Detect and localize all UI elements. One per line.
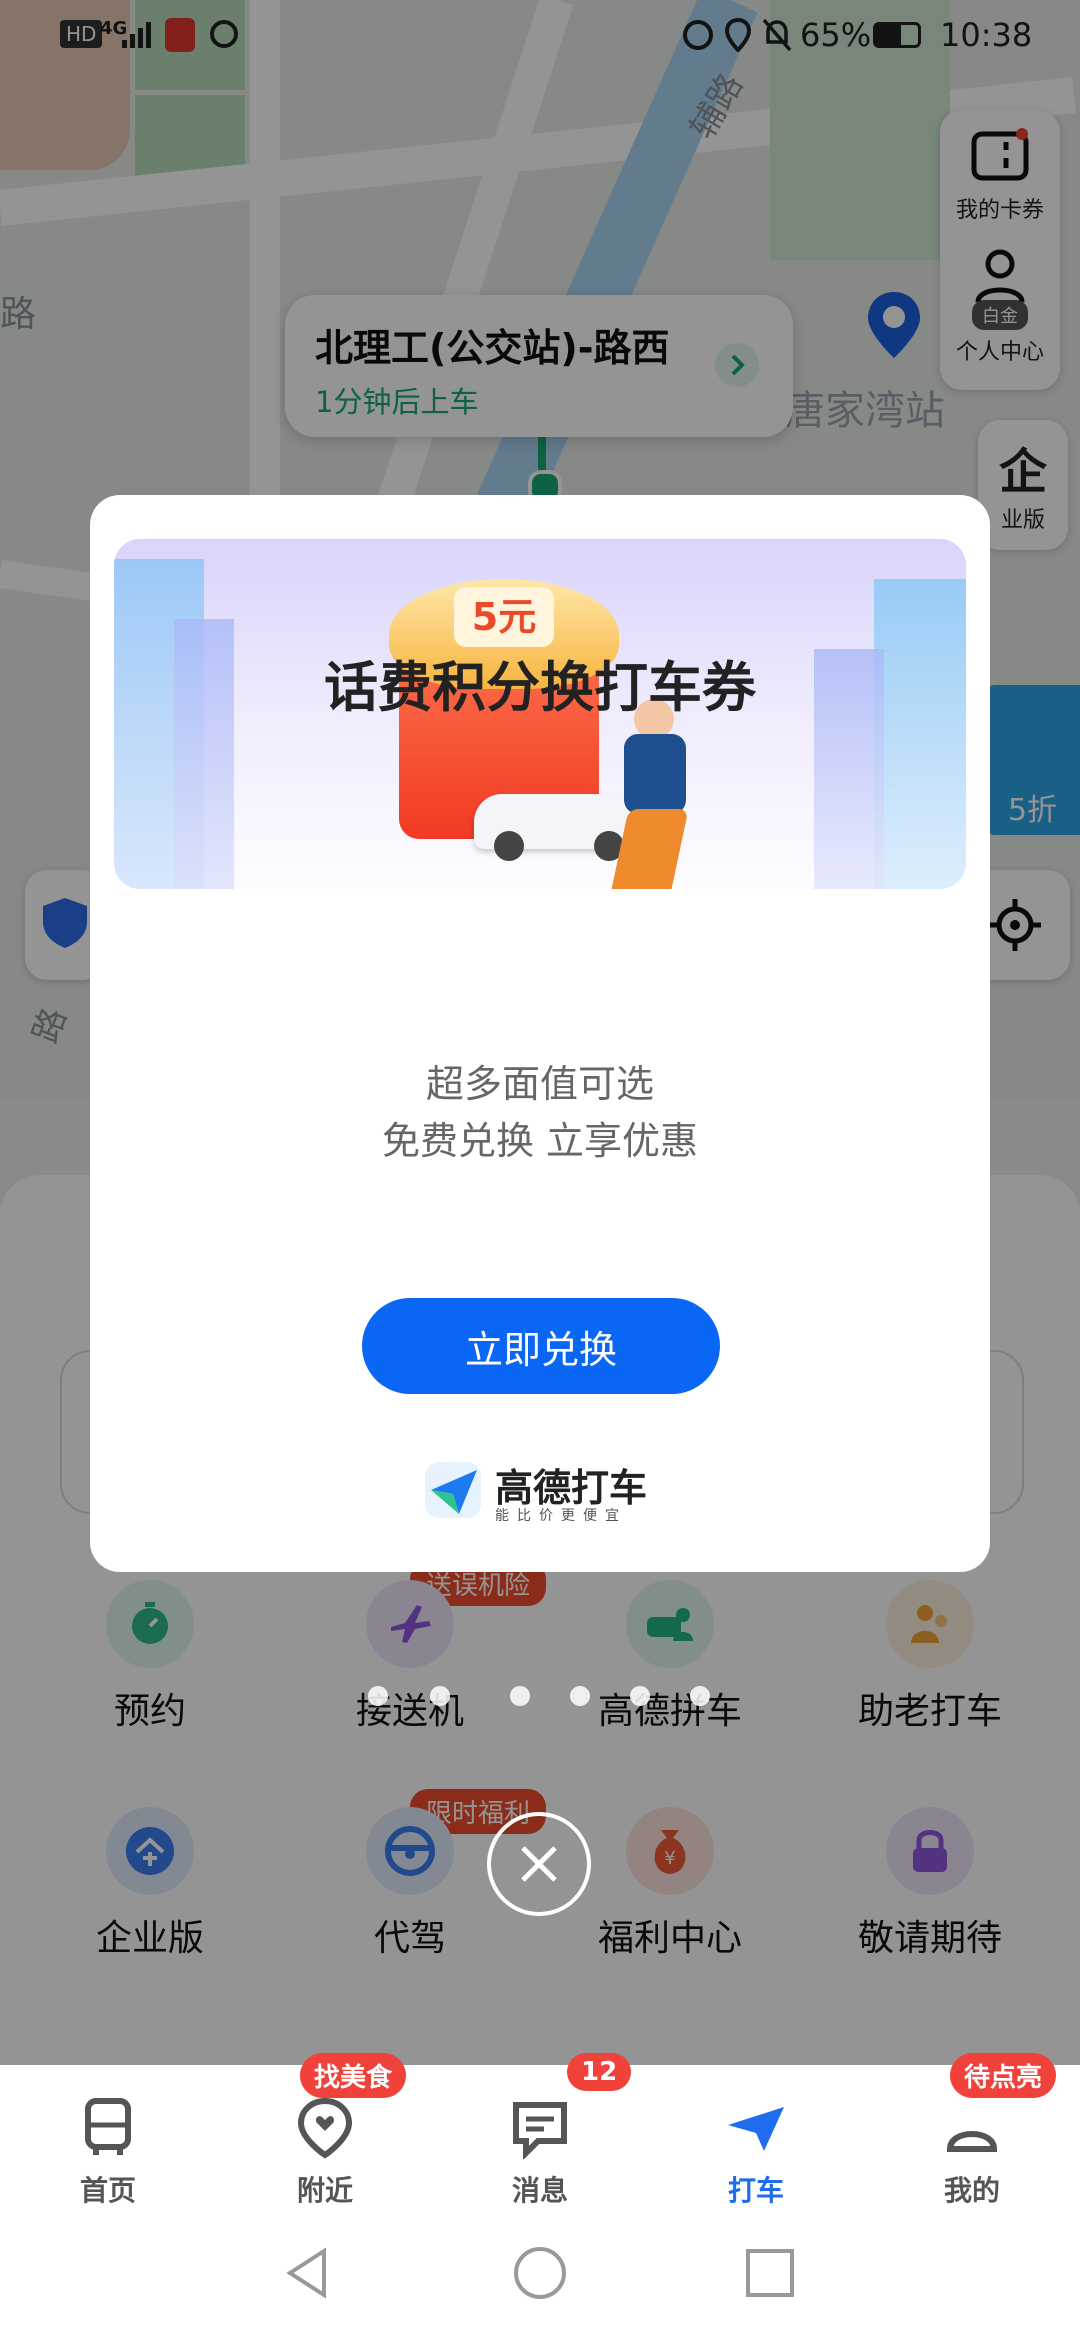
pager-dot [430, 1686, 450, 1706]
pager-dot [368, 1686, 388, 1706]
brand-name: 高德打车 [495, 1466, 648, 1510]
promo-dialog: 5元 话费积分换打车券 超多面值可选 免费兑换 立享优惠 立即兑换 高德打车 能… [90, 495, 990, 1572]
coupon-amount: 5元 [454, 587, 554, 647]
tab-label: 我的 [943, 2174, 1000, 2207]
pager-dot [630, 1686, 650, 1706]
mine-badge: 待点亮 [950, 2053, 1057, 2098]
dialog-title: 话费积分换打车券 [324, 656, 756, 719]
pager-dot [570, 1686, 590, 1706]
messages-badge: 12 [567, 2053, 632, 2091]
dialog-line-1: 超多面值可选 [425, 1062, 654, 1106]
bus-icon [85, 2098, 131, 2155]
tab-home[interactable]: 首页 [38, 2095, 178, 2209]
bottom-tab-bar: 首页 附近 找美食 消息 12 打车 我的 待点亮 [0, 2053, 1080, 2215]
tab-label: 附近 [296, 2174, 353, 2207]
tab-label: 打车 [727, 2174, 784, 2207]
message-icon [513, 2102, 567, 2161]
taxi-plane-icon [728, 2107, 784, 2151]
pager-dot [690, 1686, 710, 1706]
tab-taxi[interactable]: 打车 [686, 2095, 826, 2209]
close-dialog-button[interactable] [487, 1812, 591, 1916]
tab-nearby[interactable]: 附近 [255, 2095, 395, 2209]
brand-slogan: 能比价更便宜 [495, 1508, 627, 1524]
redeem-button[interactable]: 立即兑换 [362, 1298, 720, 1394]
back-nav-icon[interactable] [280, 2245, 336, 2301]
nearby-badge: 找美食 [300, 2053, 407, 2098]
profile-icon [946, 2131, 998, 2152]
tab-label: 消息 [511, 2174, 568, 2207]
location-heart-icon [297, 2097, 353, 2159]
home-nav-icon[interactable] [512, 2245, 568, 2301]
pager-dot [510, 1686, 530, 1706]
system-navigation-bar [0, 2215, 1080, 2340]
dialog-line-2: 免费兑换 立享优惠 [381, 1119, 699, 1163]
tab-messages[interactable]: 消息 [470, 2095, 610, 2209]
tab-mine[interactable]: 我的 [902, 2095, 1042, 2209]
recents-nav-icon[interactable] [742, 2245, 798, 2301]
amap-taxi-logo-icon [423, 1460, 483, 1520]
tab-label: 首页 [79, 2174, 136, 2207]
close-icon [521, 1846, 557, 1882]
